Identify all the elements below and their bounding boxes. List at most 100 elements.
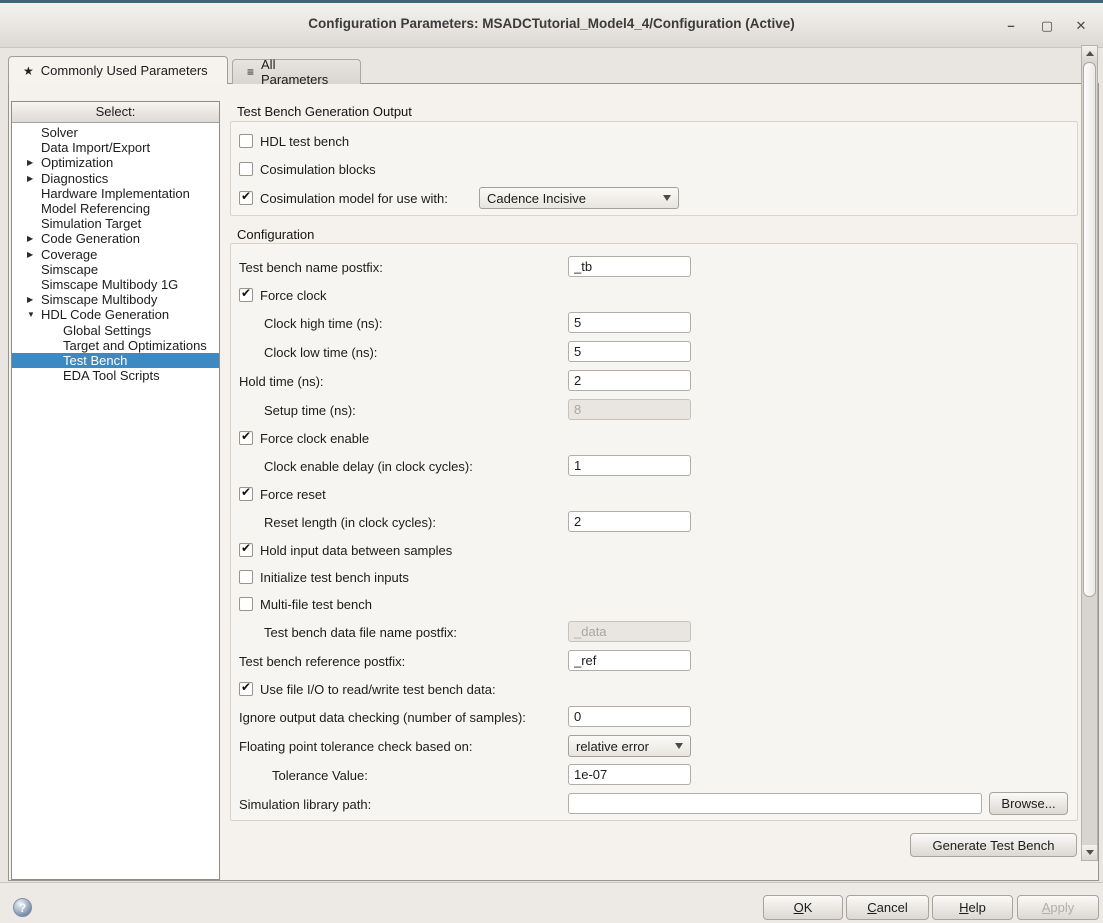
hdl-test-bench-label: HDL test bench bbox=[260, 134, 349, 149]
hdl-test-bench-checkbox[interactable] bbox=[239, 134, 253, 148]
sidebar-item-model-referencing[interactable]: Model Referencing bbox=[12, 201, 219, 216]
vertical-scrollbar[interactable] bbox=[1081, 45, 1098, 861]
ok-button[interactable]: OK bbox=[763, 895, 843, 920]
collapsed-arrow-icon[interactable]: ▶ bbox=[27, 250, 41, 259]
sim-library-path-label: Simulation library path: bbox=[239, 797, 371, 812]
tb-reference-postfix-input[interactable] bbox=[568, 650, 691, 671]
sidebar-item-simulation-target[interactable]: Simulation Target bbox=[12, 216, 219, 231]
float-tolerance-label: Floating point tolerance check based on: bbox=[239, 739, 472, 754]
clock-low-input[interactable] bbox=[568, 341, 691, 362]
sidebar-item-coverage[interactable]: ▶Coverage bbox=[12, 247, 219, 262]
reset-length-label: Reset length (in clock cycles): bbox=[264, 515, 436, 530]
generate-test-bench-button[interactable]: Generate Test Bench bbox=[910, 833, 1077, 857]
sim-library-path-input[interactable] bbox=[568, 793, 982, 814]
clock-high-label: Clock high time (ns): bbox=[264, 316, 382, 331]
configuration-parameters-dialog: { "window": { "title": "Configuration Pa… bbox=[0, 0, 1103, 923]
force-clock-enable-checkbox[interactable]: ✔ bbox=[239, 431, 253, 445]
tb-name-postfix-input[interactable] bbox=[568, 256, 691, 277]
sidebar-tree-panel: Select: Solver Data Import/Export ▶Optim… bbox=[11, 101, 220, 880]
tb-reference-postfix-label: Test bench reference postfix: bbox=[239, 654, 405, 669]
collapsed-arrow-icon[interactable]: ▶ bbox=[27, 174, 41, 183]
cosimulation-blocks-checkbox[interactable] bbox=[239, 162, 253, 176]
use-file-io-label: Use file I/O to read/write test bench da… bbox=[260, 682, 496, 697]
minimize-button[interactable]: – bbox=[1000, 16, 1022, 35]
sidebar-item-code-generation[interactable]: ▶Code Generation bbox=[12, 231, 219, 246]
sidebar-item-diagnostics[interactable]: ▶Diagnostics bbox=[12, 171, 219, 186]
sidebar-item-test-bench[interactable]: Test Bench bbox=[12, 353, 219, 368]
force-reset-label: Force reset bbox=[260, 487, 326, 502]
output-groupbox: HDL test bench Cosimulation blocks ✔ Cos… bbox=[230, 121, 1078, 216]
list-icon: ≡ bbox=[247, 65, 254, 79]
sidebar-item-simscape-multibody[interactable]: ▶Simscape Multibody bbox=[12, 292, 219, 307]
help-button[interactable]: Help bbox=[932, 895, 1013, 920]
collapsed-arrow-icon[interactable]: ▶ bbox=[27, 295, 41, 304]
close-button[interactable]: ✕ bbox=[1070, 16, 1092, 35]
hold-time-input[interactable] bbox=[568, 370, 691, 391]
star-icon: ★ bbox=[23, 64, 34, 78]
tb-data-postfix-label: Test bench data file name postfix: bbox=[264, 625, 457, 640]
scroll-down-button[interactable] bbox=[1082, 845, 1097, 860]
cosimulation-model-checkbox[interactable]: ✔ bbox=[239, 191, 253, 205]
scroll-up-button[interactable] bbox=[1082, 46, 1097, 61]
collapsed-arrow-icon[interactable]: ▶ bbox=[27, 234, 41, 243]
use-file-io-checkbox[interactable]: ✔ bbox=[239, 682, 253, 696]
ignore-output-input[interactable] bbox=[568, 706, 691, 727]
hold-input-data-checkbox[interactable]: ✔ bbox=[239, 543, 253, 557]
initialize-tb-inputs-label: Initialize test bench inputs bbox=[260, 570, 409, 585]
section-title-configuration: Configuration bbox=[237, 227, 314, 242]
sidebar-item-data-import-export[interactable]: Data Import/Export bbox=[12, 140, 219, 155]
float-tolerance-dropdown[interactable]: relative error bbox=[568, 735, 691, 757]
browse-button[interactable]: Browse... bbox=[989, 792, 1068, 815]
reset-length-input[interactable] bbox=[568, 511, 691, 532]
force-clock-label: Force clock bbox=[260, 288, 326, 303]
sidebar-item-target-and-optimizations[interactable]: Target and Optimizations bbox=[12, 338, 219, 353]
multi-file-tb-label: Multi-file test bench bbox=[260, 597, 372, 612]
help-orb-icon[interactable]: ? bbox=[13, 898, 32, 917]
arrow-up-icon bbox=[1086, 51, 1094, 56]
scrollbar-thumb[interactable] bbox=[1083, 62, 1096, 597]
sidebar-item-optimization[interactable]: ▶Optimization bbox=[12, 155, 219, 170]
multi-file-tb-checkbox[interactable] bbox=[239, 597, 253, 611]
parameter-tree: Solver Data Import/Export ▶Optimization … bbox=[12, 123, 219, 383]
sidebar-item-simscape[interactable]: Simscape bbox=[12, 262, 219, 277]
tab-all-parameters[interactable]: ≡ All Parameters bbox=[232, 59, 361, 84]
tab-commonly-used-parameters[interactable]: ★ Commonly Used Parameters bbox=[8, 56, 228, 84]
tab-label: Commonly Used Parameters bbox=[41, 63, 208, 78]
sidebar-item-solver[interactable]: Solver bbox=[12, 125, 219, 140]
maximize-button[interactable]: ▢ bbox=[1036, 16, 1058, 35]
cosimulation-model-label: Cosimulation model for use with: bbox=[260, 191, 448, 206]
expanded-arrow-icon[interactable]: ▼ bbox=[27, 310, 41, 319]
cosimulation-tool-dropdown[interactable]: Cadence Incisive bbox=[479, 187, 679, 209]
clock-enable-delay-input[interactable] bbox=[568, 455, 691, 476]
collapsed-arrow-icon[interactable]: ▶ bbox=[27, 158, 41, 167]
chevron-down-icon bbox=[663, 195, 671, 201]
initialize-tb-inputs-checkbox[interactable] bbox=[239, 570, 253, 584]
sidebar-item-simscape-multibody-1g[interactable]: Simscape Multibody 1G bbox=[12, 277, 219, 292]
tolerance-value-label: Tolerance Value: bbox=[272, 768, 368, 783]
cancel-button[interactable]: Cancel bbox=[846, 895, 929, 920]
tb-data-postfix-input bbox=[568, 621, 691, 642]
setup-time-input bbox=[568, 399, 691, 420]
sidebar-item-eda-tool-scripts[interactable]: EDA Tool Scripts bbox=[12, 368, 219, 383]
hold-input-data-label: Hold input data between samples bbox=[260, 543, 452, 558]
clock-low-label: Clock low time (ns): bbox=[264, 345, 377, 360]
sidebar-item-hdl-code-generation[interactable]: ▼HDL Code Generation bbox=[12, 307, 219, 322]
sidebar-item-global-settings[interactable]: Global Settings bbox=[12, 322, 219, 337]
tb-name-postfix-label: Test bench name postfix: bbox=[239, 260, 383, 275]
force-clock-checkbox[interactable]: ✔ bbox=[239, 288, 253, 302]
footer-bar: ? OK Cancel Help Apply bbox=[0, 882, 1103, 923]
tolerance-value-input[interactable] bbox=[568, 764, 691, 785]
force-reset-checkbox[interactable]: ✔ bbox=[239, 487, 253, 501]
hold-time-label: Hold time (ns): bbox=[239, 374, 324, 389]
setup-time-label: Setup time (ns): bbox=[264, 403, 356, 418]
section-title-output: Test Bench Generation Output bbox=[237, 104, 412, 119]
window-title: Configuration Parameters: MSADCTutorial_… bbox=[0, 16, 1103, 31]
arrow-down-icon bbox=[1086, 850, 1094, 855]
clock-high-input[interactable] bbox=[568, 312, 691, 333]
configuration-groupbox: Test bench name postfix: ✔ Force clock C… bbox=[230, 243, 1078, 821]
sidebar-item-hardware-implementation[interactable]: Hardware Implementation bbox=[12, 186, 219, 201]
force-clock-enable-label: Force clock enable bbox=[260, 431, 369, 446]
chevron-down-icon bbox=[675, 743, 683, 749]
cosimulation-blocks-label: Cosimulation blocks bbox=[260, 162, 376, 177]
ignore-output-label: Ignore output data checking (number of s… bbox=[239, 710, 526, 725]
